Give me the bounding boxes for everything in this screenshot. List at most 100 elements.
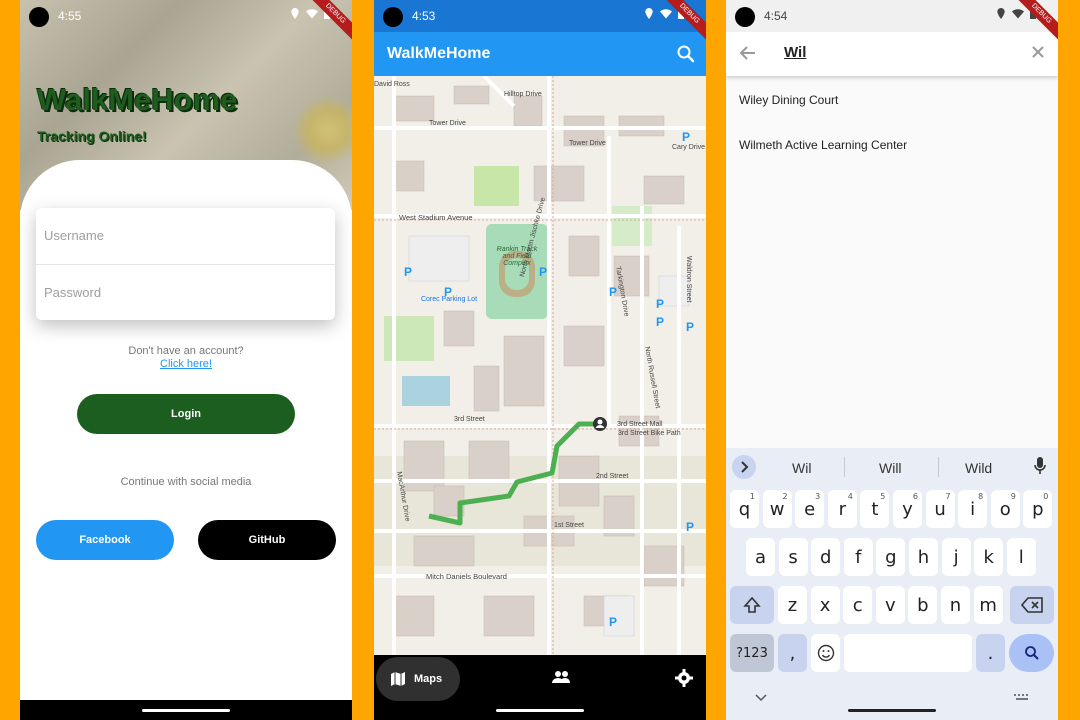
user-location-icon[interactable] [592, 416, 608, 432]
search-enter-key[interactable] [1009, 634, 1054, 672]
map-tiles: PPP PP P PPP P [374, 76, 706, 655]
app-title: WalkMeHome [37, 82, 238, 117]
map-label: David Ross [374, 81, 410, 88]
suggestion-word[interactable]: Wild [965, 460, 992, 476]
suggestion-strip: Wil Will Wild [726, 448, 1058, 486]
github-button[interactable]: GitHub [198, 520, 336, 560]
subtitle: Tracking Online! [37, 128, 147, 144]
search-icon[interactable] [676, 44, 696, 64]
suggestion-divider [844, 457, 845, 477]
nav-maps-tab[interactable]: Maps [376, 657, 460, 701]
svg-text:P: P [686, 320, 694, 334]
suggestion-expand-button[interactable] [732, 455, 756, 479]
map-label: Cary Drive [672, 144, 706, 151]
status-bar: 4:54 [726, 0, 1058, 32]
key-z[interactable]: z [778, 586, 807, 624]
back-arrow-icon[interactable] [739, 44, 757, 62]
symbols-key[interactable]: ?123 [730, 634, 774, 672]
facebook-button[interactable]: Facebook [36, 520, 174, 560]
key-label: c [852, 594, 863, 616]
key-label: k [983, 546, 994, 568]
map-label: Rankin Track and Field Complex [496, 246, 538, 267]
key-l[interactable]: l [1006, 538, 1036, 576]
location-icon [291, 8, 299, 19]
key-n[interactable]: n [941, 586, 970, 624]
key-label: f [855, 546, 862, 568]
svg-text:P: P [609, 615, 617, 629]
key-label: o [999, 498, 1011, 520]
svg-text:P: P [686, 520, 694, 534]
key-i[interactable]: i8 [958, 490, 988, 528]
key-b[interactable]: b [908, 586, 938, 624]
key-label: q [738, 498, 751, 520]
map-label: Corec Parking Lot [420, 296, 478, 303]
gear-icon[interactable] [675, 669, 693, 687]
bottom-navigation: Maps [374, 655, 706, 720]
map-label: 3rd Street Bike Path [618, 430, 681, 437]
microphone-icon[interactable] [1034, 457, 1046, 475]
search-bar: Wil [726, 32, 1058, 76]
key-t[interactable]: t5 [860, 490, 890, 528]
key-v[interactable]: v [875, 586, 905, 624]
key-q[interactable]: q1 [730, 490, 759, 528]
key-p[interactable]: p0 [1023, 490, 1053, 528]
backspace-key[interactable] [1010, 586, 1054, 624]
key-k[interactable]: k [974, 538, 1004, 576]
username-field[interactable]: Username [36, 208, 335, 264]
search-result-item[interactable]: Wiley Dining Court [739, 93, 838, 107]
svg-text:P: P [656, 297, 664, 311]
suggestion-word[interactable]: Will [879, 460, 902, 476]
key-f[interactable]: f [843, 538, 873, 576]
status-time: 4:54 [764, 9, 788, 23]
key-c[interactable]: c [843, 586, 873, 624]
key-label: v [884, 594, 896, 616]
login-button[interactable]: Login [77, 394, 295, 434]
key-m[interactable]: m [973, 586, 1003, 624]
keyboard-bottom-bar [726, 690, 1058, 720]
map-label: 1st Street [554, 522, 584, 529]
key-label: z [787, 594, 798, 616]
key-a[interactable]: a [746, 538, 775, 576]
signup-link[interactable]: Click here! [20, 358, 352, 370]
key-u[interactable]: u7 [925, 490, 955, 528]
suggestion-divider [938, 457, 939, 477]
period-key[interactable]: . [976, 634, 1005, 672]
campus-map[interactable]: PPP PPP PPP P Hilltop Drive Tower Drive … [374, 76, 706, 655]
key-g[interactable]: g [876, 538, 906, 576]
key-o[interactable]: o9 [990, 490, 1020, 528]
key-r[interactable]: r4 [827, 490, 857, 528]
search-input[interactable]: Wil [784, 44, 806, 61]
svg-text:P: P [682, 130, 690, 144]
key-label: i [970, 498, 976, 520]
key-e[interactable]: e3 [795, 490, 825, 528]
key-y[interactable]: y6 [893, 490, 922, 528]
search-result-item[interactable]: Wilmeth Active Learning Center [739, 138, 907, 152]
camera-cutout [735, 7, 755, 27]
suggestion-word[interactable]: Wil [792, 460, 811, 476]
people-icon[interactable] [551, 669, 571, 685]
home-gesture-bar[interactable] [496, 709, 584, 712]
backspace-icon [1021, 597, 1043, 613]
home-gesture-bar[interactable] [142, 709, 230, 712]
shift-key[interactable] [730, 586, 774, 624]
svg-text:P: P [404, 265, 412, 279]
location-icon [997, 8, 1005, 19]
key-d[interactable]: d [811, 538, 841, 576]
key-h[interactable]: h [909, 538, 938, 576]
comma-key[interactable]: , [778, 634, 807, 672]
chevron-down-icon[interactable] [755, 694, 767, 702]
emoji-key[interactable] [811, 634, 840, 672]
keyboard-icon[interactable] [1014, 694, 1030, 702]
home-gesture-bar[interactable] [848, 709, 936, 712]
space-key[interactable] [844, 634, 972, 672]
close-icon[interactable] [1030, 44, 1046, 60]
key-s[interactable]: s [778, 538, 808, 576]
map-label: Mitch Daniels Boulevard [426, 572, 507, 581]
app-title: WalkMeHome [387, 45, 491, 62]
nav-maps-label: Maps [414, 673, 443, 685]
key-w[interactable]: w2 [762, 490, 792, 528]
key-number-hint: 9 [1010, 492, 1016, 501]
key-j[interactable]: j [941, 538, 971, 576]
password-field[interactable]: Password [36, 264, 335, 320]
key-x[interactable]: x [810, 586, 840, 624]
